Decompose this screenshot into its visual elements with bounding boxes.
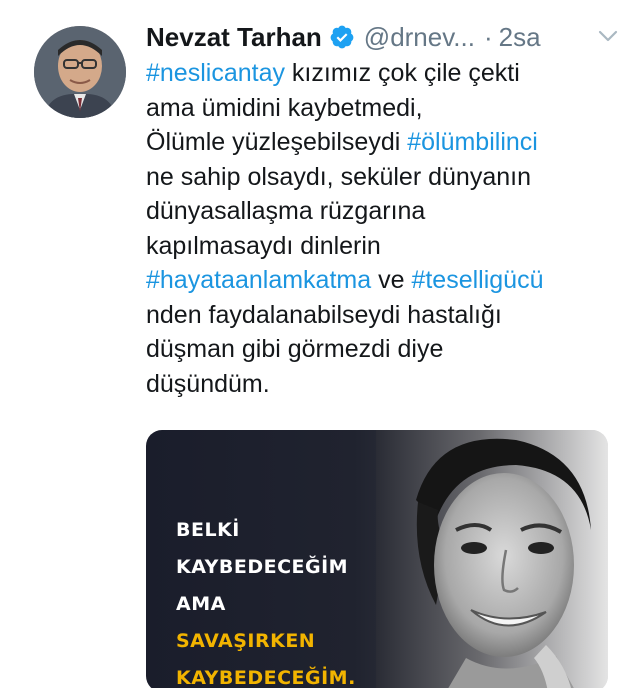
poster-text-line: KAYBEDECEĞİM. bbox=[176, 667, 356, 688]
tweet-text-line: #neslicantay kızımız çok çile çekti bbox=[146, 56, 616, 91]
tweet-text-segment: ne sahip olsaydı, seküler dünyanın bbox=[146, 162, 531, 191]
tweet-text-segment: düşman gibi görmezdi diye bbox=[146, 335, 444, 363]
tweet-text-segment: ama ümidini kaybetmedi, bbox=[146, 93, 423, 122]
tweet-text-segment: kızımız çok çile çekti bbox=[284, 59, 520, 87]
poster-text-line: AMA bbox=[176, 593, 226, 615]
tweet-text-segment: Ölümle yüzleşebilseydi bbox=[146, 128, 408, 156]
woman-portrait-image bbox=[376, 430, 608, 688]
tweet-text: #neslicantay kızımız çok çile çekti ama ü… bbox=[146, 56, 616, 401]
tweet-text-segment: dünyasallaşma rüzgarına bbox=[146, 197, 426, 225]
tweet-text-segment: nden faydalanabilseydi hastalığı bbox=[146, 300, 502, 329]
hashtag-link[interactable]: #neslicantay bbox=[146, 59, 285, 87]
author-name[interactable]: Nevzat Tarhan bbox=[146, 22, 322, 53]
tweet-timestamp[interactable]: 2sa bbox=[499, 22, 541, 53]
avatar[interactable] bbox=[34, 26, 126, 118]
tweet-text-segment: düşündüm. bbox=[146, 369, 270, 398]
tweet-text-line: ama ümidini kaybetmedi, bbox=[146, 91, 616, 126]
author-handle[interactable]: @drnev... bbox=[364, 22, 475, 53]
hashtag-link[interactable]: #hayataanlamkatma bbox=[146, 266, 371, 294]
tweet[interactable]: Nevzat Tarhan @drnev... · 2sa #neslicant… bbox=[0, 0, 640, 688]
avatar-portrait bbox=[34, 26, 126, 118]
tweet-text-line: ne sahip olsaydı, seküler dünyanın bbox=[146, 160, 616, 195]
hashtag-link[interactable]: #ölümbilinci bbox=[407, 128, 538, 156]
poster-caption: BELKİ KAYBEDECEĞİM AMA SAVAŞIRKEN KAYBEDECEĞ… bbox=[176, 512, 356, 688]
tweet-text-line: dünyasallaşma rüzgarına bbox=[146, 194, 616, 229]
tweet-text-line: kapılmasaydı dinlerin bbox=[146, 229, 616, 264]
tweet-text-segment: ve bbox=[371, 266, 412, 294]
tweet-text-line: #hayataanlamkatma ve #teselligücü bbox=[146, 263, 616, 298]
tweet-text-line: düşman gibi görmezdi diye bbox=[146, 332, 616, 367]
poster-text-line: KAYBEDECEĞİM bbox=[176, 556, 349, 578]
tweet-text-segment: kapılmasaydı dinlerin bbox=[146, 231, 381, 260]
chevron-down-icon[interactable] bbox=[596, 24, 620, 48]
tweet-text-line: nden faydalanabilseydi hastalığı bbox=[146, 298, 616, 333]
tweet-media-image[interactable]: BELKİ KAYBEDECEĞİM AMA SAVAŞIRKEN KAYBEDECEĞ… bbox=[146, 430, 608, 688]
verified-badge-icon bbox=[330, 25, 354, 49]
poster-text-line: SAVAŞIRKEN bbox=[176, 630, 316, 652]
tweet-header: Nevzat Tarhan @drnev... · 2sa bbox=[146, 18, 620, 56]
poster-text-line: BELKİ bbox=[176, 519, 240, 541]
hashtag-link[interactable]: #teselligücü bbox=[411, 266, 543, 294]
tweet-text-line: Ölümle yüzleşebilseydi #ölümbilinci bbox=[146, 125, 616, 160]
separator-dot: · bbox=[483, 21, 493, 52]
tweet-text-line: düşündüm. bbox=[146, 367, 616, 402]
